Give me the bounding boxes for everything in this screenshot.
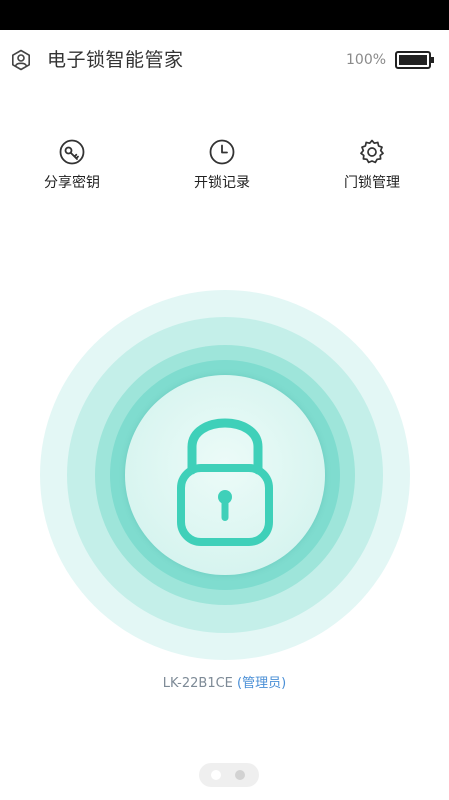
user-shield-icon bbox=[12, 49, 30, 71]
app-header: 电子锁智能管家 100% bbox=[0, 30, 449, 92]
page-indicator[interactable] bbox=[199, 763, 259, 787]
battery-full-icon bbox=[395, 51, 434, 69]
share-key-button[interactable]: 分享密钥 bbox=[17, 138, 127, 202]
key-icon bbox=[58, 138, 86, 166]
status-bar bbox=[0, 0, 449, 30]
unlock-button[interactable] bbox=[125, 375, 325, 575]
device-id: LK-22B1CE bbox=[162, 676, 233, 691]
clock-icon bbox=[208, 138, 236, 166]
device-role-link[interactable]: (管理员) bbox=[237, 676, 286, 691]
device-info: LK-22B1CE (管理员) bbox=[0, 675, 449, 693]
lock-management-button[interactable]: 门锁管理 bbox=[317, 138, 427, 202]
user-button[interactable] bbox=[9, 48, 33, 72]
page-dot-1 bbox=[211, 770, 221, 780]
unlock-records-button[interactable]: 开锁记录 bbox=[167, 138, 277, 202]
page-dot-2 bbox=[235, 770, 245, 780]
lock-control bbox=[40, 290, 410, 660]
unlock-records-label: 开锁记录 bbox=[194, 175, 250, 191]
app-title: 电子锁智能管家 bbox=[47, 49, 184, 71]
battery-percent: 100% bbox=[346, 52, 387, 68]
quick-actions: 分享密钥 开锁记录 门锁管理 bbox=[0, 138, 449, 202]
gear-icon bbox=[358, 138, 386, 166]
lock-management-label: 门锁管理 bbox=[344, 175, 400, 191]
padlock-icon bbox=[177, 418, 273, 546]
share-key-label: 分享密钥 bbox=[44, 175, 100, 191]
